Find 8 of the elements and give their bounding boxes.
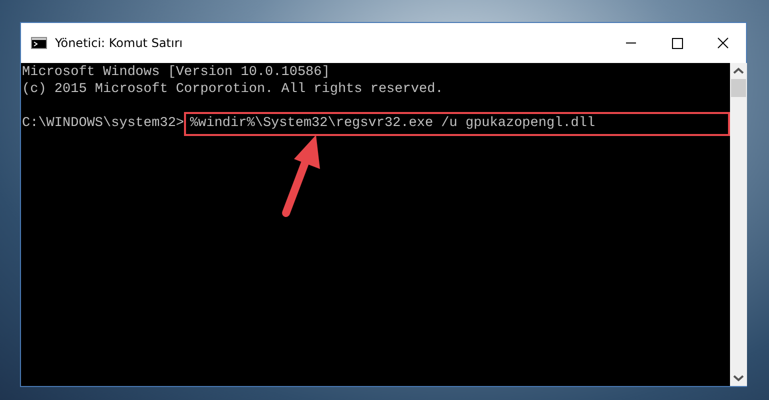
console-line: (c) 2015 Microsoft Corporotion. All rights reserved. xyxy=(22,82,444,98)
scrollbar-thumb[interactable] xyxy=(731,79,746,97)
scrollbar[interactable] xyxy=(730,63,748,386)
console-icon xyxy=(31,37,47,49)
highlighted-command: %windir%\System32\regsvr32.exe /u gpukazopengl.dll xyxy=(184,112,730,136)
console-line: Microsoft Windows [Version 10.0.10586] xyxy=(22,65,331,82)
window-title: Yönetici: Komut Satırı xyxy=(55,36,184,50)
command-prompt: C:\WINDOWS\system32> xyxy=(22,116,184,132)
